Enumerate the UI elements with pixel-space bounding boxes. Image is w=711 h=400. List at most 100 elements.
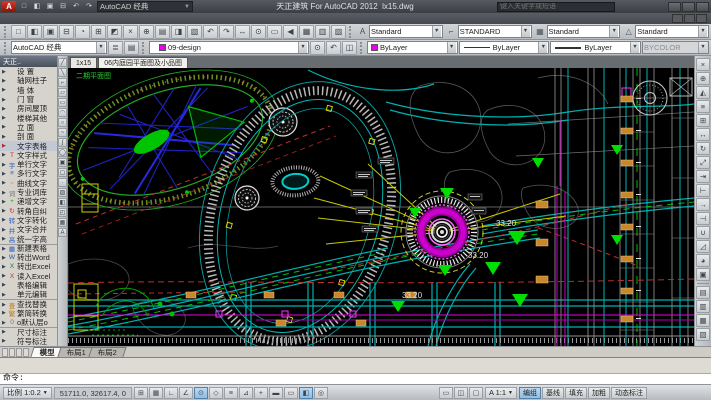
quick-view-drawings-button[interactable]: ▢ (469, 387, 483, 399)
lwt-toggle[interactable]: ▬ (269, 387, 283, 399)
xline-button[interactable]: ╲ (58, 68, 67, 77)
plot-preview-button[interactable]: ◔ (75, 25, 90, 39)
new-button[interactable]: □ (18, 1, 30, 12)
layer-isolate-button[interactable]: ◫ (342, 41, 357, 55)
region-button[interactable]: ◰ (58, 208, 67, 217)
doc-close-button[interactable] (696, 14, 707, 23)
workspace-combo-2[interactable]: AutoCAD 经典 ▼ (11, 41, 107, 54)
last-tab-button[interactable] (23, 348, 29, 357)
doc-restore-button[interactable] (684, 14, 695, 23)
explode-button[interactable]: ▣ (696, 268, 710, 281)
dyn-toggle[interactable]: + (254, 387, 268, 399)
otrack-toggle[interactable]: ≡ (224, 387, 238, 399)
minimize-button[interactable] (668, 2, 681, 12)
ellipse-button[interactable]: ◯ (58, 148, 67, 157)
revcloud-button[interactable]: ~ (58, 128, 67, 137)
make-object-layer-current-button[interactable]: ⊙ (310, 41, 325, 55)
infocenter-search[interactable] (497, 2, 615, 12)
drawing-canvas[interactable]: 33.20 33.20 33.20 二期平面图 (68, 68, 694, 346)
lineweight-combo[interactable]: ByLayer ▼ (550, 41, 641, 54)
arc-button[interactable]: ◠ (58, 108, 67, 117)
zoom-window-button[interactable]: ▭ (267, 25, 282, 39)
grid-toggle[interactable]: ▦ (149, 387, 163, 399)
style-combo[interactable]: Standard ▼ (547, 25, 621, 38)
cut-button[interactable]: × (123, 25, 138, 39)
ortho-toggle[interactable]: ∟ (164, 387, 178, 399)
style-combo[interactable]: Standard ▼ (635, 25, 709, 38)
redo-button[interactable]: ↷ (83, 1, 95, 12)
style-combo[interactable]: Standard ▼ (369, 25, 443, 38)
tarch-toggle[interactable]: 加粗 (588, 387, 610, 399)
restore-button[interactable] (682, 2, 695, 12)
style-combo[interactable]: STANDARD ▼ (458, 25, 532, 38)
annotation-scale-button[interactable]: A 1:1 ▼ (485, 387, 517, 399)
layer-properties-button[interactable]: ≣ (108, 41, 123, 55)
qp-toggle[interactable]: ◧ (299, 387, 313, 399)
doc-minimize-button[interactable] (672, 14, 683, 23)
join-button[interactable]: ∪ (696, 226, 710, 239)
paste-button[interactable]: ▤ (155, 25, 170, 39)
open-button[interactable]: ◧ (27, 25, 42, 39)
3ddwf-button[interactable]: ◩ (107, 25, 122, 39)
sidebar-item[interactable]: ▶ 符号标注 (0, 337, 57, 346)
save-button[interactable]: ▣ (44, 1, 56, 12)
first-tab-button[interactable] (2, 348, 8, 357)
scale-button[interactable]: ⤢ (696, 156, 710, 169)
tarch-scale-button[interactable]: 比例 1:0.2 ▼ (3, 387, 52, 399)
quick-view-layouts-button[interactable]: ◫ (454, 387, 468, 399)
publish-button[interactable]: ⊞ (91, 25, 106, 39)
rectangle-button[interactable]: ▭ (58, 98, 67, 107)
snap-toggle[interactable]: ⊞ (134, 387, 148, 399)
signin-button[interactable] (629, 2, 640, 12)
chamfer-button[interactable]: ◿ (696, 240, 710, 253)
polar-toggle[interactable]: ∠ (179, 387, 193, 399)
exchange-button[interactable] (641, 2, 652, 12)
toolbar-grip[interactable] (349, 26, 353, 38)
break-button[interactable]: ⊣ (696, 212, 710, 225)
clean-screen-button[interactable] (694, 387, 708, 399)
model-space-button[interactable]: ▭ (439, 387, 453, 399)
pan-button[interactable]: ↔ (235, 25, 250, 39)
command-input[interactable]: 命令: (0, 374, 711, 384)
selection-cycling-toggle[interactable]: ◎ (314, 387, 328, 399)
polyline-button[interactable]: ⌐ (58, 78, 67, 87)
tool-palettes-button[interactable]: ▨ (331, 25, 346, 39)
toolbar-grip[interactable] (4, 26, 8, 38)
hatch-button[interactable]: ▨ (58, 188, 67, 197)
stretch-button[interactable]: ⇥ (696, 170, 710, 183)
send-under-button[interactable]: ▧ (696, 328, 710, 341)
ducs-toggle[interactable]: ⊿ (239, 387, 253, 399)
zoom-realtime-button[interactable]: ⊙ (251, 25, 266, 39)
plot-button[interactable]: ⊟ (59, 25, 74, 39)
tarch-toggle[interactable]: 基线 (542, 387, 564, 399)
polygon-button[interactable]: ▱ (58, 88, 67, 97)
open-button[interactable]: ◧ (31, 1, 43, 12)
extend-button[interactable]: → (696, 198, 710, 211)
properties-button[interactable]: ▦ (299, 25, 314, 39)
offset-button[interactable]: ≡ (696, 100, 710, 113)
workspace-combo[interactable]: AutoCAD 经典 ▼ (97, 1, 193, 12)
plot-button[interactable]: ⊟ (57, 1, 69, 12)
tarch-toggle[interactable]: 动态标注 (611, 387, 647, 399)
fillet-button[interactable]: ◕ (696, 254, 710, 267)
mtext-button[interactable]: A (58, 228, 67, 237)
bring-above-button[interactable]: ▦ (696, 314, 710, 327)
3dosnap-toggle[interactable]: ◇ (209, 387, 223, 399)
rotate-button[interactable]: ↻ (696, 142, 710, 155)
color-combo[interactable]: ByLayer ▼ (367, 41, 458, 54)
search-go-button[interactable] (617, 2, 628, 12)
autoscale-icon[interactable] (664, 387, 678, 399)
linetype-combo[interactable]: ByLayer ▼ (459, 41, 550, 54)
toolbar-grip[interactable] (360, 42, 364, 54)
erase-button[interactable]: × (696, 58, 710, 71)
point-button[interactable]: · (58, 178, 67, 187)
match-properties-button[interactable]: ◨ (171, 25, 186, 39)
array-button[interactable]: ⊞ (696, 114, 710, 127)
close-button[interactable] (696, 2, 709, 12)
mirror-button[interactable]: ◭ (696, 86, 710, 99)
layer-states-button[interactable]: ▤ (124, 41, 139, 55)
tarch-menu-header[interactable]: 天正.. (0, 56, 57, 67)
layer-combo[interactable]: 09-design ▼ (149, 41, 309, 54)
tarch-toggle[interactable]: 填充 (565, 387, 587, 399)
next-tab-button[interactable] (16, 348, 22, 357)
